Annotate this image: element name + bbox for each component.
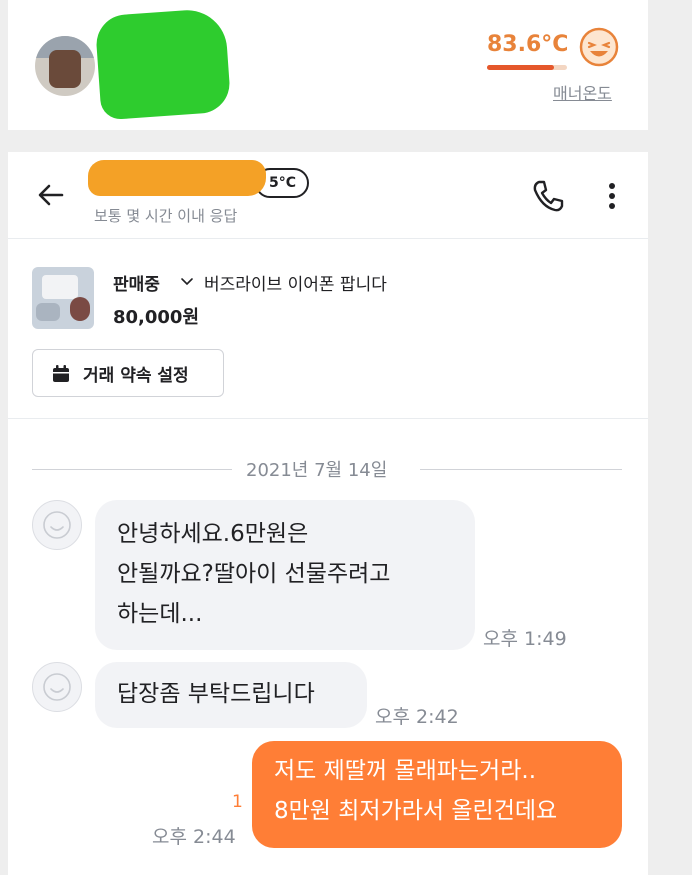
message-line: 8만원 최저가라서 올린건데요 (274, 798, 558, 824)
schedule-appointment-button[interactable]: 거래 약속 설정 (32, 349, 224, 397)
message-line: 안녕하세요.6만원은 (117, 521, 309, 547)
smiley-face-icon (43, 673, 71, 701)
buyer-avatar[interactable] (32, 662, 82, 712)
phone-icon[interactable] (530, 178, 566, 214)
message-bubble-incoming: 답장좀 부탁드립니다 (95, 662, 367, 728)
product-status[interactable]: 판매중 (113, 270, 160, 295)
date-separator-line-right (420, 469, 622, 470)
message-line: 안될까요?딸아이 선물주려고 (117, 561, 391, 587)
back-arrow-icon[interactable] (36, 180, 66, 210)
more-options-icon[interactable] (604, 180, 620, 212)
smiley-face-icon (43, 511, 71, 539)
schedule-appointment-label: 거래 약속 설정 (83, 366, 189, 386)
laughing-face-icon (579, 27, 619, 67)
product-title[interactable]: 버즈라이브 이어폰 팝니다 (204, 270, 387, 295)
message-line: 답장좀 부탁드립니다 (117, 681, 315, 707)
message-time: 오후 2:42 (375, 706, 459, 728)
manner-temperature-fill (487, 65, 554, 70)
product-thumbnail[interactable] (32, 267, 94, 329)
partner-name-censor (88, 160, 266, 196)
chevron-down-icon[interactable] (180, 275, 194, 289)
message-time: 오후 2:44 (152, 826, 236, 848)
date-separator: 2021년 7월 14일 (246, 460, 388, 481)
censor-mark (94, 7, 232, 121)
response-time: 보통 몇 시간 이내 응답 (94, 207, 238, 225)
product-price: 80,000원 (113, 307, 200, 328)
header-divider (8, 238, 648, 239)
manner-temperature-label[interactable]: 매너온도 (553, 80, 612, 104)
calendar-icon (53, 365, 69, 382)
manner-temperature: 83.6°C (487, 32, 569, 57)
message-line: 하는데... (117, 601, 203, 627)
message-line: 저도 제딸꺼 몰래파는거라.. (274, 758, 537, 784)
unread-count: 1 (232, 792, 243, 812)
message-bubble-incoming: 안녕하세요.6만원은 안될까요?딸아이 선물주려고 하는데... (95, 500, 475, 650)
product-divider (8, 418, 648, 419)
message-bubble-outgoing: 저도 제딸꺼 몰래파는거라.. 8만원 최저가라서 올린건데요 (252, 741, 622, 848)
buyer-avatar[interactable] (32, 500, 82, 550)
manner-temperature-bar (487, 65, 567, 70)
seller-avatar[interactable] (35, 36, 95, 96)
message-time: 오후 1:49 (483, 628, 567, 650)
date-separator-line-left (32, 469, 232, 470)
